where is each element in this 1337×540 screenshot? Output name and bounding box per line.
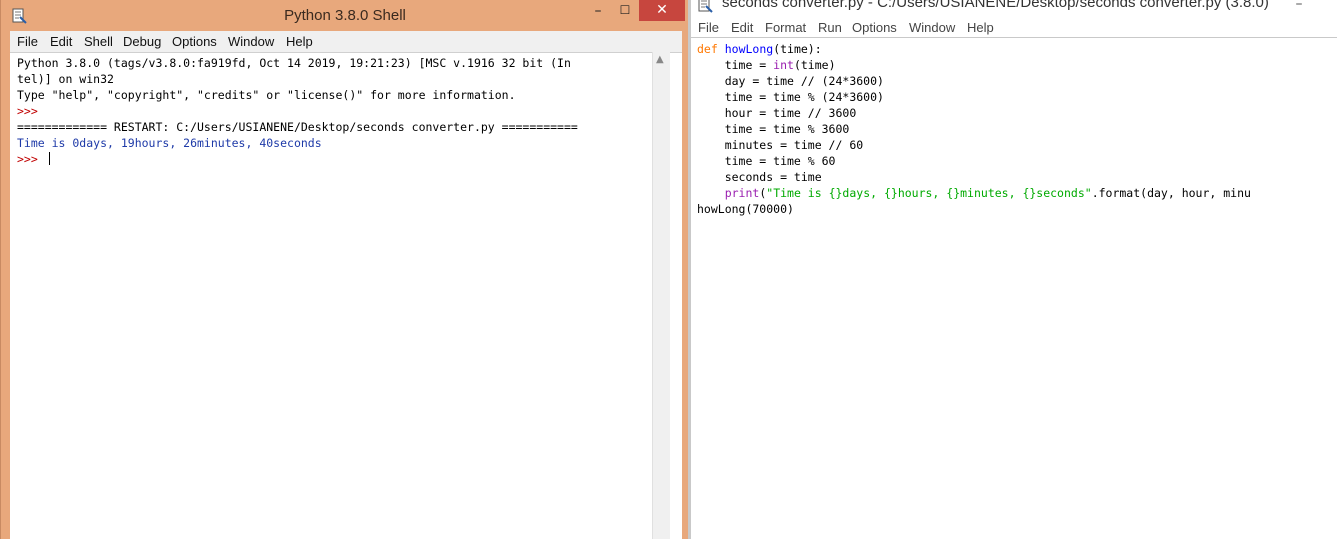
shell-prompt: >>> <box>17 104 45 118</box>
program-output: Time is 0days, 19hours, 26minutes, 40sec… <box>17 136 322 150</box>
editor-menubar: File Edit Format Run Options Window Help <box>691 17 1337 38</box>
string-literal: "Time is {}days, {}hours, {}minutes, {}s… <box>766 186 1092 200</box>
keyword-def: def <box>697 42 718 56</box>
menu-help[interactable]: Help <box>967 20 994 35</box>
minimize-button[interactable]: – <box>1289 0 1309 16</box>
shell-scrollbar[interactable]: ▲ <box>652 52 670 539</box>
menu-edit[interactable]: Edit <box>50 34 72 49</box>
shell-prompt: >>> <box>17 152 45 166</box>
menu-edit[interactable]: Edit <box>731 20 753 35</box>
code-line: time = int(time) <box>697 57 1251 73</box>
code-line: hour = time // 3600 <box>697 106 857 120</box>
code-line: howLong(70000) <box>697 202 794 216</box>
editor-titlebar[interactable]: seconds converter.py - C:/Users/USIANENE… <box>691 0 1337 16</box>
restart-line: ============= RESTART: C:/Users/USIANENE… <box>17 120 578 134</box>
menu-help[interactable]: Help <box>286 34 313 49</box>
source-code: def howLong(time): time = int(time) day … <box>697 41 1251 217</box>
builtin-int: int <box>773 58 794 72</box>
menu-shell[interactable]: Shell <box>84 34 113 49</box>
menu-options[interactable]: Options <box>852 20 897 35</box>
info-line: Type "help", "copyright", "credits" or "… <box>17 88 516 102</box>
code-line: minutes = time // 60 <box>697 138 864 152</box>
menu-options[interactable]: Options <box>172 34 217 49</box>
code-text: time = <box>697 58 774 72</box>
code-line: seconds = time <box>697 170 822 184</box>
shell-menubar: File Edit Shell Debug Options Window Hel… <box>10 31 682 52</box>
minimize-button[interactable]: – <box>585 3 611 24</box>
code-line: time = time % (24*3600) <box>697 90 884 104</box>
menu-run[interactable]: Run <box>818 20 842 35</box>
menu-window[interactable]: Window <box>228 34 274 49</box>
scroll-up-arrow-icon[interactable]: ▲ <box>656 54 664 65</box>
code-text: .format(day, hour, minu <box>1091 186 1251 200</box>
menu-window[interactable]: Window <box>909 20 955 35</box>
shell-output: Python 3.8.0 (tags/v3.8.0:fa919fd, Oct 1… <box>17 55 578 167</box>
menu-file[interactable]: File <box>698 20 719 35</box>
python-file-icon <box>698 0 713 13</box>
code-line: day = time // (24*3600) <box>697 74 884 88</box>
code-text: (time): <box>773 42 822 56</box>
code-line: time = time % 3600 <box>697 122 850 136</box>
editor-text-area[interactable]: def howLong(time): time = int(time) day … <box>691 37 1337 540</box>
shell-titlebar[interactable]: Python 3.8.0 Shell – ☐ ✕ <box>1 0 689 32</box>
menu-debug[interactable]: Debug <box>123 34 161 49</box>
shell-text-area[interactable]: Python 3.8.0 (tags/v3.8.0:fa919fd, Oct 1… <box>10 52 682 540</box>
menu-format[interactable]: Format <box>765 20 806 35</box>
editor-window: seconds converter.py - C:/Users/USIANENE… <box>688 0 1337 540</box>
code-text: (time) <box>793 58 836 72</box>
shell-window: Python 3.8.0 Shell – ☐ ✕ File Edit Shell… <box>0 0 689 540</box>
code-line: time = time % 60 <box>697 154 836 168</box>
function-name: howLong <box>724 42 774 56</box>
editor-title: seconds converter.py - C:/Users/USIANENE… <box>722 0 1269 11</box>
maximize-button[interactable]: ☐ <box>613 3 637 24</box>
close-button[interactable]: ✕ <box>639 0 685 21</box>
text-cursor <box>48 152 50 165</box>
code-line: print("Time is {}days, {}hours, {}minute… <box>697 185 1251 201</box>
banner-line: Python 3.8.0 (tags/v3.8.0:fa919fd, Oct 1… <box>17 56 571 70</box>
banner-line: tel)] on win32 <box>17 72 114 86</box>
menu-file[interactable]: File <box>17 34 38 49</box>
code-line: def howLong(time): <box>697 41 1251 57</box>
input-line[interactable]: >>> <box>17 151 578 167</box>
builtin-print: print <box>724 186 760 200</box>
